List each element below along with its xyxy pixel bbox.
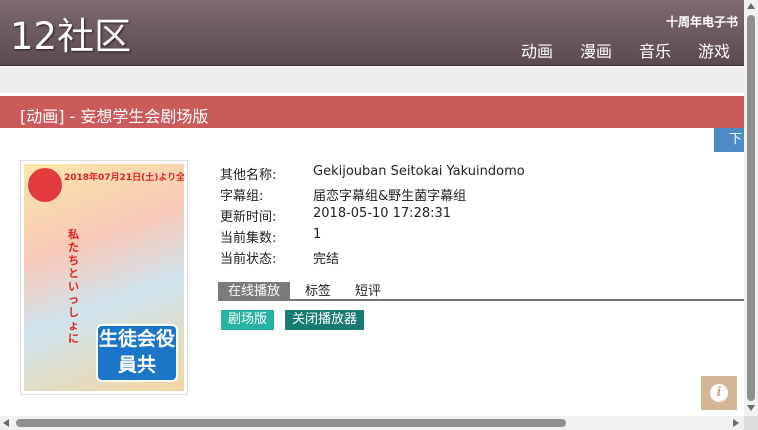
info-row-status: 当前状态: 完结 bbox=[220, 248, 525, 269]
info-value: 1 bbox=[313, 227, 322, 242]
tab-online-play[interactable]: 在线播放 bbox=[218, 282, 290, 301]
poster-date: 2018年07月21日(土)より全国劇場順次公開! bbox=[64, 173, 184, 183]
nav-music[interactable]: 音乐 bbox=[639, 38, 671, 62]
tab-tags[interactable]: 标签 bbox=[305, 282, 331, 301]
poster-vertical-text: 私たちといっしょに bbox=[68, 228, 79, 345]
content-tabs: 在线播放 标签 短评 bbox=[218, 282, 744, 301]
info-button[interactable]: i bbox=[701, 376, 737, 410]
scroll-right-arrow-icon[interactable] bbox=[733, 419, 739, 427]
info-label: 其他名称: bbox=[220, 168, 277, 183]
nav-anime[interactable]: 动画 bbox=[521, 38, 553, 62]
movie-play-button[interactable]: 剧场版 bbox=[221, 310, 275, 330]
download-button[interactable]: 下载 bbox=[714, 128, 744, 152]
info-label: 更新时间: bbox=[220, 210, 277, 225]
poster-title-art: 生徒会役員共 bbox=[96, 324, 178, 382]
anime-info: 其他名称: Gekijouban Seitokai Yakuindomo 字幕组… bbox=[220, 164, 525, 269]
site-logo[interactable]: 12社区 bbox=[10, 15, 131, 59]
info-value: 届恋字幕组&野生菌字幕组 bbox=[313, 189, 467, 204]
main-nav: 动画 漫画 音乐 游戏 bbox=[521, 38, 730, 62]
poster-badge bbox=[28, 168, 62, 202]
info-row-episodes: 当前集数: 1 bbox=[220, 227, 525, 248]
info-label: 字幕组: bbox=[220, 189, 264, 204]
info-value: 2018-05-10 17:28:31 bbox=[313, 206, 452, 221]
horizontal-scrollbar[interactable] bbox=[0, 416, 744, 430]
info-value: Gekijouban Seitokai Yakuindomo bbox=[313, 164, 525, 179]
scroll-down-arrow-icon[interactable] bbox=[747, 405, 755, 411]
info-value: 完结 bbox=[313, 252, 340, 267]
nav-manga[interactable]: 漫画 bbox=[580, 38, 612, 62]
info-row-alt-name: 其他名称: Gekijouban Seitokai Yakuindomo bbox=[220, 164, 525, 185]
nav-games[interactable]: 游戏 bbox=[698, 38, 730, 62]
vertical-scrollbar[interactable] bbox=[744, 0, 758, 416]
close-player-button[interactable]: 关闭播放器 bbox=[285, 310, 365, 330]
info-row-updated: 更新时间: 2018-05-10 17:28:31 bbox=[220, 206, 525, 227]
scroll-up-arrow-icon[interactable] bbox=[747, 3, 755, 9]
scroll-left-arrow-icon[interactable] bbox=[3, 419, 9, 427]
info-row-subgroup: 字幕组: 届恋字幕组&野生菌字幕组 bbox=[220, 185, 525, 206]
scrollbar-corner bbox=[744, 416, 758, 430]
info-label: 当前集数: bbox=[220, 231, 277, 246]
page-title: [动画] - 妄想学生会剧场版 bbox=[20, 107, 209, 126]
site-header: 12社区 十周年电子书 动画 漫画 音乐 游戏 bbox=[0, 0, 744, 66]
vertical-scroll-thumb[interactable] bbox=[747, 15, 755, 401]
poster-image: 2018年07月21日(土)より全国劇場順次公開! 私たちといっしょに 生徒会役… bbox=[20, 160, 188, 395]
ebook-link[interactable]: 十周年电子书 bbox=[666, 13, 738, 30]
page-title-bar: [动画] - 妄想学生会剧场版 bbox=[0, 96, 744, 128]
info-icon: i bbox=[710, 384, 728, 402]
horizontal-scroll-thumb[interactable] bbox=[16, 419, 566, 427]
info-label: 当前状态: bbox=[220, 252, 277, 267]
tab-reviews[interactable]: 短评 bbox=[355, 282, 381, 301]
sub-header-band bbox=[0, 67, 744, 93]
